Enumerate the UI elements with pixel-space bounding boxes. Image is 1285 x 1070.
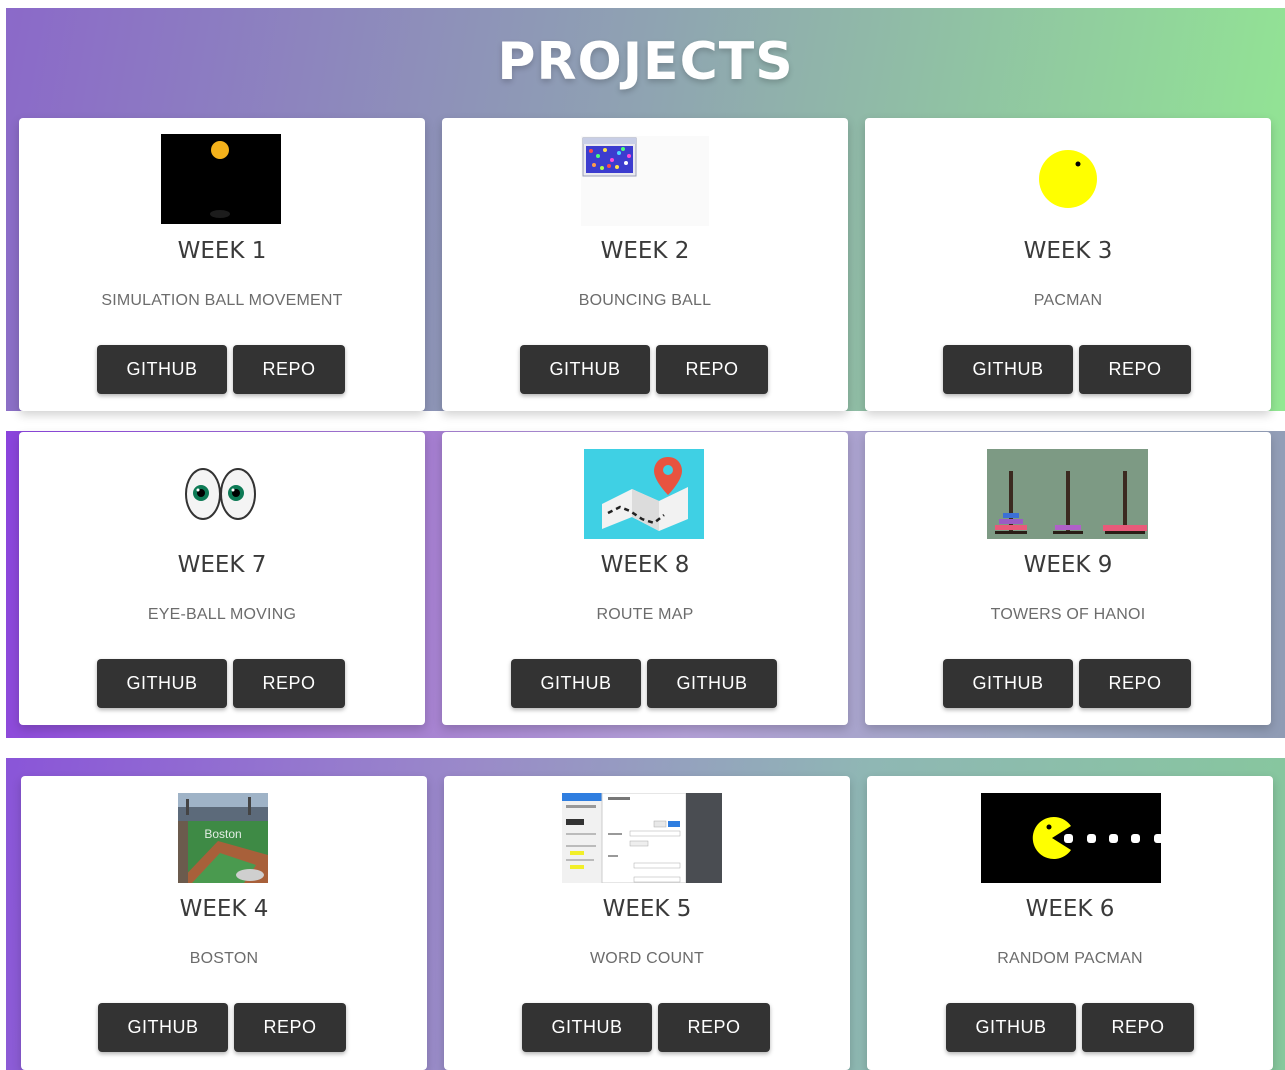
pacman-dots-icon (1032, 817, 1161, 859)
card-description: BOUNCING BALL (578, 292, 712, 309)
card-week-title: WEEK 6 (1025, 896, 1115, 922)
card-description: PACMAN (1033, 292, 1103, 309)
repo-button[interactable]: REPO (234, 1003, 346, 1052)
card-week-title: WEEK 1 (177, 238, 267, 264)
card-week-title: WEEK 7 (177, 552, 267, 578)
github-button[interactable]: GITHUB (522, 1003, 652, 1052)
card-week-title: WEEK 4 (179, 896, 269, 922)
card-week-title: WEEK 9 (1023, 552, 1113, 578)
boston-stadium-thumbnail: Boston (178, 793, 268, 883)
project-card-week-7: WEEK 7 EYE-BALL MOVING GITHUB REPO (19, 432, 425, 725)
repo-button[interactable]: REPO (233, 659, 345, 708)
card-description: EYE-BALL MOVING (147, 606, 297, 623)
project-card-week-6: WEEK 6 RANDOM PACMAN GITHUB REPO (867, 776, 1273, 1070)
repo-button[interactable]: REPO (1079, 659, 1191, 708)
repo-button[interactable]: REPO (658, 1003, 770, 1052)
word-count-screenshot-thumbnail (562, 793, 722, 883)
card-description: ROUTE MAP (596, 606, 694, 623)
repo-button[interactable]: REPO (656, 345, 768, 394)
card-week-title: WEEK 3 (1023, 238, 1113, 264)
pacman-thumbnail (1023, 136, 1113, 226)
card-week-title: WEEK 2 (600, 238, 690, 264)
card-description: RANDOM PACMAN (997, 950, 1143, 967)
project-card-week-3: WEEK 3 PACMAN GITHUB REPO (865, 118, 1271, 411)
towers-of-hanoi-thumbnail (987, 449, 1148, 539)
project-card-week-5: WEEK 5 WORD COUNT GITHUB REPO (444, 776, 850, 1070)
eyeballs-icon (185, 468, 256, 520)
github-button[interactable]: GITHUB (943, 659, 1073, 708)
project-card-week-2: WEEK 2 BOUNCING BALL GITHUB REPO (442, 118, 848, 411)
ball-icon (210, 141, 230, 218)
pacman-icon (1039, 150, 1097, 208)
repo-button[interactable]: REPO (1082, 1003, 1194, 1052)
github-button[interactable]: GITHUB (511, 659, 641, 708)
github-button-secondary[interactable]: GITHUB (647, 659, 777, 708)
towers-of-hanoi-icon (995, 471, 1147, 534)
repo-button[interactable]: REPO (1079, 345, 1191, 394)
route-map-icon (602, 457, 688, 531)
eyeballs-thumbnail (177, 449, 267, 539)
bouncing-balls-window-icon (582, 137, 637, 177)
project-card-week-9: WEEK 9 TOWERS OF HANOI GITHUB REPO (865, 432, 1271, 725)
repo-button[interactable]: REPO (233, 345, 345, 394)
bouncing-balls-thumbnail (581, 136, 709, 226)
ball-simulation-thumbnail (161, 134, 281, 224)
github-button[interactable]: GITHUB (946, 1003, 1076, 1052)
github-button[interactable]: GITHUB (520, 345, 650, 394)
github-button[interactable]: GITHUB (97, 345, 227, 394)
card-week-title: WEEK 8 (600, 552, 690, 578)
card-description: TOWERS OF HANOI (990, 606, 1146, 623)
card-description: WORD COUNT (590, 950, 704, 967)
card-week-title: WEEK 5 (602, 896, 692, 922)
page-title: PROJECTS (497, 32, 794, 92)
card-description: BOSTON (189, 950, 259, 967)
project-card-week-1: WEEK 1 SIMULATION BALL MOVEMENT GITHUB R… (19, 118, 425, 411)
github-button[interactable]: GITHUB (98, 1003, 228, 1052)
random-pacman-thumbnail (981, 793, 1161, 883)
thumbnail-caption: Boston (204, 827, 242, 841)
project-card-week-8: WEEK 8 ROUTE MAP GITHUB GITHUB (442, 432, 848, 725)
project-card-week-4: Boston WEEK 4 BOSTON GITHUB REPO (21, 776, 427, 1070)
github-button[interactable]: GITHUB (97, 659, 227, 708)
browser-print-dialog-icon (562, 793, 722, 883)
route-map-thumbnail (584, 449, 704, 539)
card-description: SIMULATION BALL MOVEMENT (101, 292, 343, 309)
github-button[interactable]: GITHUB (943, 345, 1073, 394)
